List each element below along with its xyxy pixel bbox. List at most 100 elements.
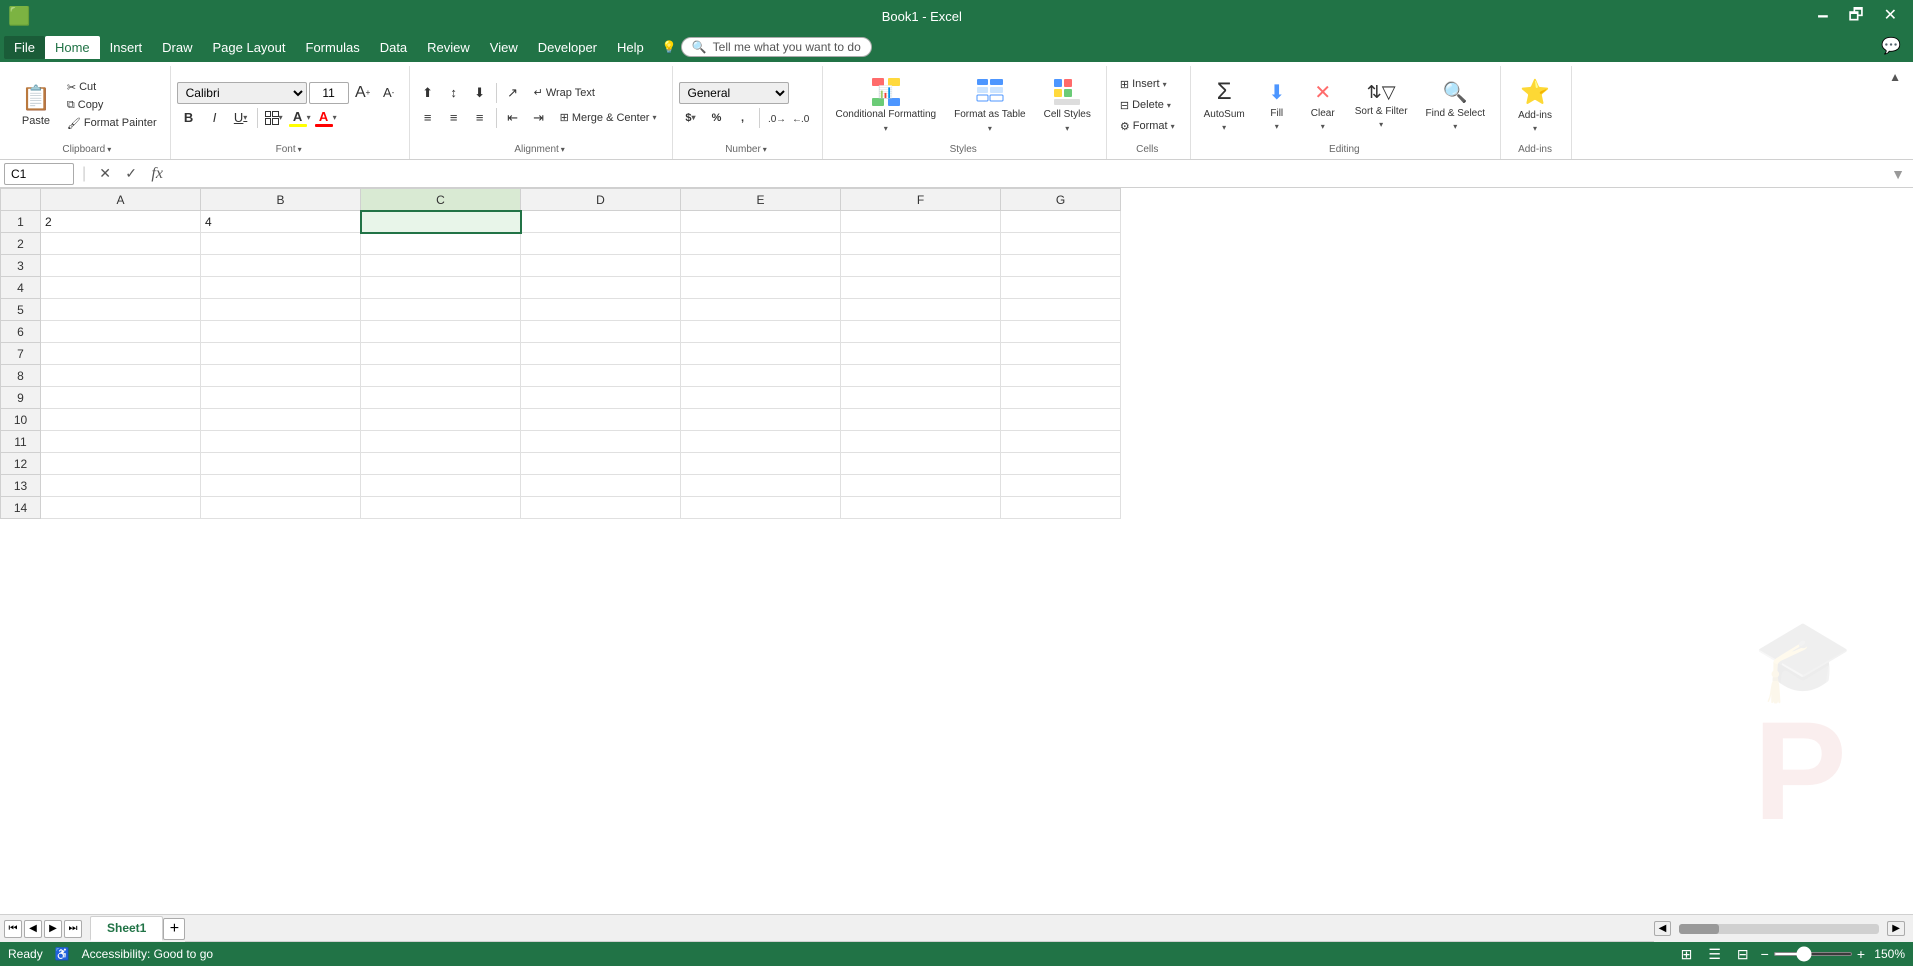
bold-button[interactable]: B	[177, 107, 201, 129]
cell-G1[interactable]	[1001, 211, 1121, 233]
cell-F8[interactable]	[841, 365, 1001, 387]
cell-C9[interactable]	[361, 387, 521, 409]
format-as-table-button[interactable]: Format as Table ▾	[947, 73, 1033, 138]
decrease-font-size-button[interactable]: A-	[377, 82, 401, 104]
font-label[interactable]: Font ▾	[177, 142, 401, 157]
editing-label[interactable]: Editing	[1197, 142, 1492, 157]
page-layout-view-button[interactable]: ☰	[1704, 944, 1725, 965]
insert-cells-button[interactable]: ⊞ Insert ▾	[1113, 75, 1182, 94]
col-header-F[interactable]: F	[841, 189, 1001, 211]
clipboard-label[interactable]: Clipboard ▾	[12, 142, 162, 157]
number-format-select[interactable]: General	[679, 82, 789, 104]
col-header-E[interactable]: E	[681, 189, 841, 211]
cell-A3[interactable]	[41, 255, 201, 277]
cell-G13[interactable]	[1001, 475, 1121, 497]
cell-B2[interactable]	[201, 233, 361, 255]
cell-reference-input[interactable]	[4, 163, 74, 185]
cell-F1[interactable]	[841, 211, 1001, 233]
find-select-button[interactable]: 🔍 Find & Select ▾	[1419, 73, 1492, 137]
cell-styles-button[interactable]: Cell Styles ▾	[1037, 73, 1098, 138]
cell-F10[interactable]	[841, 409, 1001, 431]
format-cells-button[interactable]: ⚙ Format ▾	[1113, 117, 1182, 136]
addins-button[interactable]: ⭐ Add-ins ▾	[1507, 73, 1563, 138]
cell-B5[interactable]	[201, 299, 361, 321]
corner-cell[interactable]	[1, 189, 41, 211]
formula-expand-button[interactable]: ▼	[1887, 166, 1909, 182]
cell-G9[interactable]	[1001, 387, 1121, 409]
menu-insert[interactable]: Insert	[100, 36, 153, 59]
cell-C5[interactable]	[361, 299, 521, 321]
chat-button[interactable]: 💬	[1873, 31, 1909, 63]
increase-indent-button[interactable]: ⇥	[527, 107, 551, 129]
tell-me-input[interactable]: 🔍 Tell me what you want to do	[681, 37, 872, 57]
cell-A5[interactable]	[41, 299, 201, 321]
col-header-B[interactable]: B	[201, 189, 361, 211]
align-right-button[interactable]: ≡	[468, 107, 492, 129]
first-sheet-button[interactable]: ⏮	[4, 920, 22, 938]
cell-B4[interactable]	[201, 277, 361, 299]
cell-C8[interactable]	[361, 365, 521, 387]
cell-B10[interactable]	[201, 409, 361, 431]
cell-G8[interactable]	[1001, 365, 1121, 387]
cell-C12[interactable]	[361, 453, 521, 475]
col-header-A[interactable]: A	[41, 189, 201, 211]
formula-input[interactable]	[172, 165, 1883, 182]
normal-view-button[interactable]: ⊞	[1677, 944, 1697, 965]
cell-D13[interactable]	[521, 475, 681, 497]
increase-decimal-button[interactable]: .0 →	[764, 107, 788, 129]
cell-D9[interactable]	[521, 387, 681, 409]
cell-E14[interactable]	[681, 497, 841, 519]
cell-E4[interactable]	[681, 277, 841, 299]
cell-B11[interactable]	[201, 431, 361, 453]
cell-B6[interactable]	[201, 321, 361, 343]
cell-F12[interactable]	[841, 453, 1001, 475]
cell-A7[interactable]	[41, 343, 201, 365]
cell-A13[interactable]	[41, 475, 201, 497]
cell-E13[interactable]	[681, 475, 841, 497]
zoom-out-button[interactable]: −	[1761, 946, 1769, 962]
cut-button[interactable]: ✂ Cut	[62, 79, 162, 96]
cell-G14[interactable]	[1001, 497, 1121, 519]
format-painter-button[interactable]: 🖌 Format Painter	[62, 115, 162, 132]
row-header-7[interactable]: 7	[1, 343, 41, 365]
cell-D6[interactable]	[521, 321, 681, 343]
addins-label[interactable]: Add-ins	[1507, 142, 1563, 157]
menu-developer[interactable]: Developer	[528, 36, 607, 59]
menu-home[interactable]: Home	[45, 36, 100, 59]
autosum-button[interactable]: Σ Σ AutoSum ▾	[1197, 73, 1252, 137]
cell-D12[interactable]	[521, 453, 681, 475]
cell-B13[interactable]	[201, 475, 361, 497]
clear-button[interactable]: ✕ Clear ▾	[1302, 73, 1344, 137]
cell-A14[interactable]	[41, 497, 201, 519]
align-bottom-button[interactable]: ⬇	[468, 82, 492, 104]
restore-button[interactable]: 🗗	[1841, 0, 1872, 32]
font-size-input[interactable]	[309, 82, 349, 104]
cell-G4[interactable]	[1001, 277, 1121, 299]
font-color-button[interactable]: A ▾	[314, 107, 338, 129]
cell-D10[interactable]	[521, 409, 681, 431]
menu-data[interactable]: Data	[370, 36, 417, 59]
prev-sheet-button[interactable]: ◀	[24, 920, 42, 938]
cell-G10[interactable]	[1001, 409, 1121, 431]
cell-B14[interactable]	[201, 497, 361, 519]
cell-E12[interactable]	[681, 453, 841, 475]
cell-F13[interactable]	[841, 475, 1001, 497]
cell-E6[interactable]	[681, 321, 841, 343]
row-header-8[interactable]: 8	[1, 365, 41, 387]
fill-color-button[interactable]: A ▾	[288, 107, 312, 129]
cell-E10[interactable]	[681, 409, 841, 431]
cell-C4[interactable]	[361, 277, 521, 299]
cell-G5[interactable]	[1001, 299, 1121, 321]
ribbon-collapse-button[interactable]: ▲	[1885, 66, 1905, 88]
cell-E3[interactable]	[681, 255, 841, 277]
minimize-button[interactable]: 🗕	[1809, 0, 1836, 32]
merge-center-button[interactable]: ⊞ Merge & Center ▾	[553, 108, 664, 127]
row-header-11[interactable]: 11	[1, 431, 41, 453]
menu-help[interactable]: Help	[607, 36, 654, 59]
comma-button[interactable]: ,	[731, 107, 755, 129]
row-header-9[interactable]: 9	[1, 387, 41, 409]
align-middle-button[interactable]: ↕	[442, 82, 466, 104]
cell-B8[interactable]	[201, 365, 361, 387]
row-header-10[interactable]: 10	[1, 409, 41, 431]
paste-button[interactable]: 📋 Paste	[12, 73, 60, 137]
